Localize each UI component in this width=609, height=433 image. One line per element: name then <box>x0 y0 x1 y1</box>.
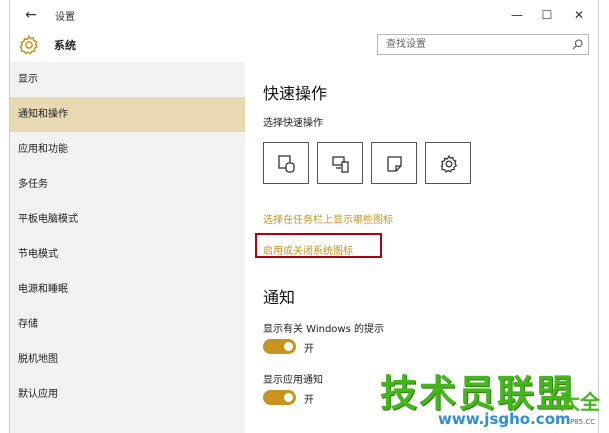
sidebar-item-apps[interactable]: 应用和功能 <box>10 132 245 167</box>
app-notifications-label: 显示应用通知 <box>263 375 323 386</box>
sidebar-item-notifications[interactable]: 通知和操作 <box>10 97 245 132</box>
sidebar-item-battery-saver[interactable]: 节电模式 <box>10 237 245 272</box>
search-input[interactable] <box>378 35 568 54</box>
search-box[interactable] <box>377 34 589 55</box>
watermark-url: www.jsgho.com <box>438 410 571 428</box>
system-icons-link[interactable]: 启用或关闭系统图标 <box>263 242 353 257</box>
windows-tips-state: 开 <box>304 344 314 355</box>
close-button[interactable]: ✕ <box>565 4 593 26</box>
sidebar-item-power-sleep[interactable]: 电源和睡眠 <box>10 272 245 307</box>
sidebar-item-storage[interactable]: 存储 <box>10 307 245 342</box>
quick-actions-subheading: 选择快速操作 <box>263 118 323 129</box>
windows-tips-toggle[interactable] <box>263 339 296 354</box>
note-icon <box>387 156 402 172</box>
sidebar-item-default-apps[interactable]: 默认应用 <box>10 377 245 412</box>
quick-actions-heading: 快速操作 <box>263 84 328 103</box>
windows-tips-label: 显示有关 Windows 的提示 <box>263 324 384 335</box>
section-title: 系统 <box>54 39 76 52</box>
maximize-button[interactable]: ☐ <box>533 4 561 26</box>
search-icon[interactable] <box>571 38 584 51</box>
quick-action-tile-note[interactable] <box>371 142 417 184</box>
taskbar-icons-link[interactable]: 选择在任务栏上显示哪些图标 <box>263 211 393 226</box>
gear-icon <box>18 34 40 56</box>
gear-icon <box>440 154 458 173</box>
connect-icon <box>332 156 349 173</box>
watermark-text: 技术员联盟 <box>380 372 575 415</box>
back-button[interactable]: ← <box>20 5 42 25</box>
watermark-corner: P85.CC <box>570 418 596 426</box>
quick-action-tile-tablet[interactable] <box>263 142 309 184</box>
app-notifications-state: 开 <box>304 395 314 406</box>
window-title: 设置 <box>55 12 75 23</box>
quick-action-tile-settings[interactable] <box>425 142 471 184</box>
app-notifications-toggle[interactable] <box>263 390 296 405</box>
title-bar: ← 设置 — ☐ ✕ <box>10 0 600 30</box>
sidebar-item-tablet-mode[interactable]: 平板电脑模式 <box>10 202 245 237</box>
tablet-mode-icon <box>278 155 295 173</box>
quick-action-tile-connect[interactable] <box>317 142 363 184</box>
minimize-button[interactable]: — <box>503 4 531 26</box>
notifications-heading: 通知 <box>263 288 296 307</box>
sidebar: 显示 通知和操作 应用和功能 多任务 平板电脑模式 节电模式 电源和睡眠 存储 … <box>10 62 245 433</box>
sidebar-item-multitasking[interactable]: 多任务 <box>10 167 245 202</box>
sidebar-item-offline-maps[interactable]: 脱机地图 <box>10 342 245 377</box>
sidebar-item-display[interactable]: 显示 <box>10 62 245 97</box>
